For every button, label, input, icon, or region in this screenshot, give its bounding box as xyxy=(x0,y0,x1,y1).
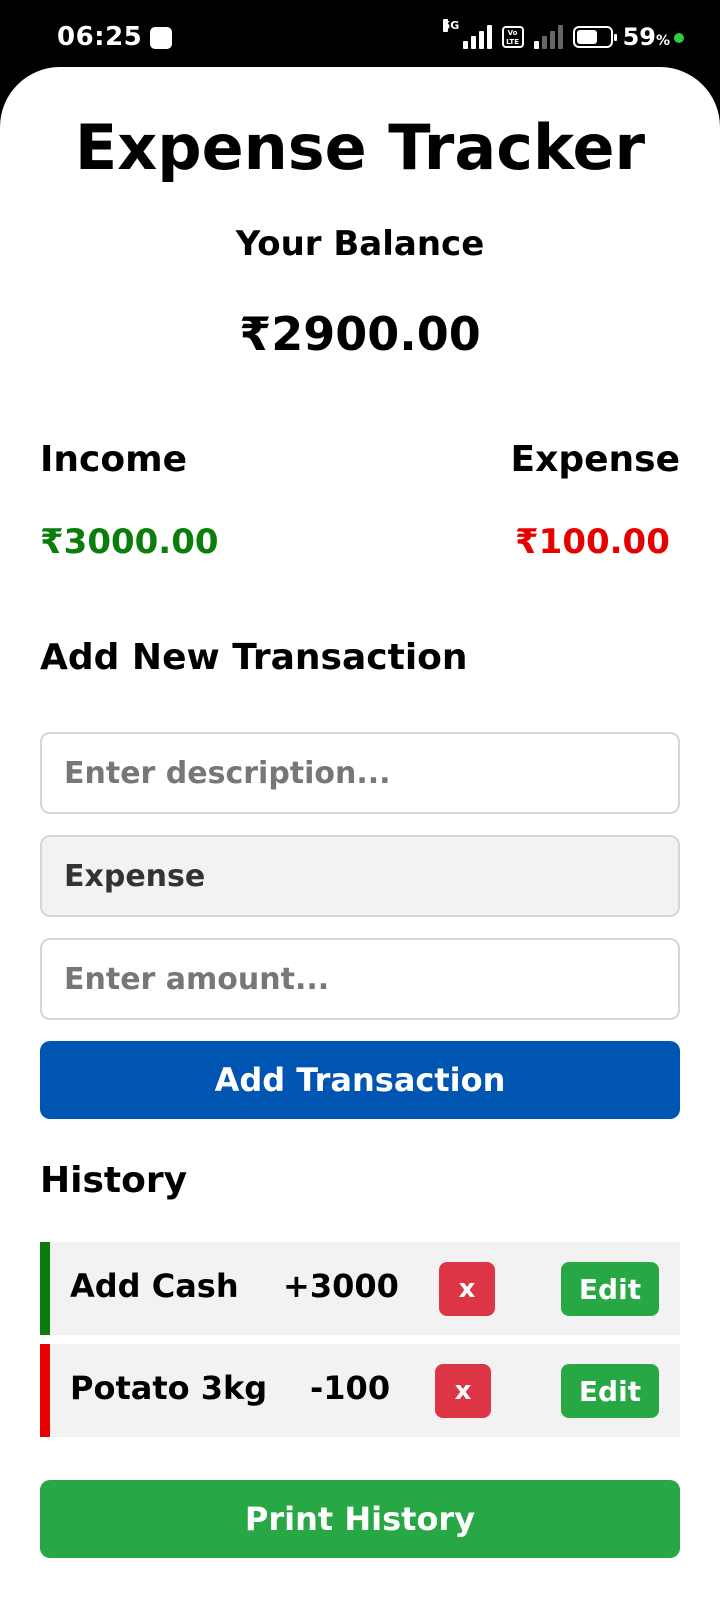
signal-secondary-icon xyxy=(533,25,563,49)
balance-label: Your Balance xyxy=(235,224,485,264)
expense-indicator-bar xyxy=(40,1344,50,1437)
edit-button[interactable]: Edit xyxy=(561,1364,659,1418)
history-amount: +3000 xyxy=(283,1267,399,1305)
delete-button[interactable]: x xyxy=(439,1262,495,1316)
history-row: Add Cash +3000 x Edit xyxy=(40,1242,680,1335)
privacy-indicator-icon xyxy=(674,33,684,43)
battery-percent: 59% xyxy=(622,23,670,51)
status-indicators: 5G Vo LTE 59% xyxy=(442,19,684,52)
description-input[interactable] xyxy=(40,732,680,814)
delete-button[interactable]: x xyxy=(435,1364,491,1418)
history-amount: -100 xyxy=(310,1369,391,1407)
balance-value: ₹2900.00 xyxy=(239,307,481,361)
expense-value: ₹100.00 xyxy=(515,522,670,562)
status-bar: 06:25 5G Vo LTE 59% xyxy=(0,0,720,70)
history-description: Add Cash xyxy=(70,1267,239,1305)
battery-icon xyxy=(572,26,617,48)
history-row: Potato 3kg -100 x Edit xyxy=(40,1344,680,1437)
expense-label: Expense xyxy=(510,439,680,480)
print-history-button[interactable]: Print History xyxy=(40,1480,680,1558)
app-card: Expense Tracker Your Balance ₹2900.00 In… xyxy=(0,67,720,1600)
volte-icon: Vo LTE xyxy=(501,26,524,48)
income-value: ₹3000.00 xyxy=(40,522,219,562)
page-title: Expense Tracker xyxy=(74,111,646,184)
amount-input[interactable] xyxy=(40,938,680,1020)
notification-icon xyxy=(150,27,172,49)
history-description: Potato 3kg xyxy=(70,1369,268,1407)
edit-button[interactable]: Edit xyxy=(561,1262,659,1316)
income-label: Income xyxy=(40,439,188,480)
income-indicator-bar xyxy=(40,1242,50,1335)
network-type-label: 5G xyxy=(442,19,460,32)
type-select[interactable]: Expense xyxy=(40,835,680,917)
status-time: 06:25 xyxy=(57,22,143,52)
add-transaction-button[interactable]: Add Transaction xyxy=(40,1041,680,1119)
add-transaction-heading: Add New Transaction xyxy=(40,637,468,678)
history-heading: History xyxy=(40,1160,188,1201)
signal-5g-icon: 5G xyxy=(442,19,492,49)
